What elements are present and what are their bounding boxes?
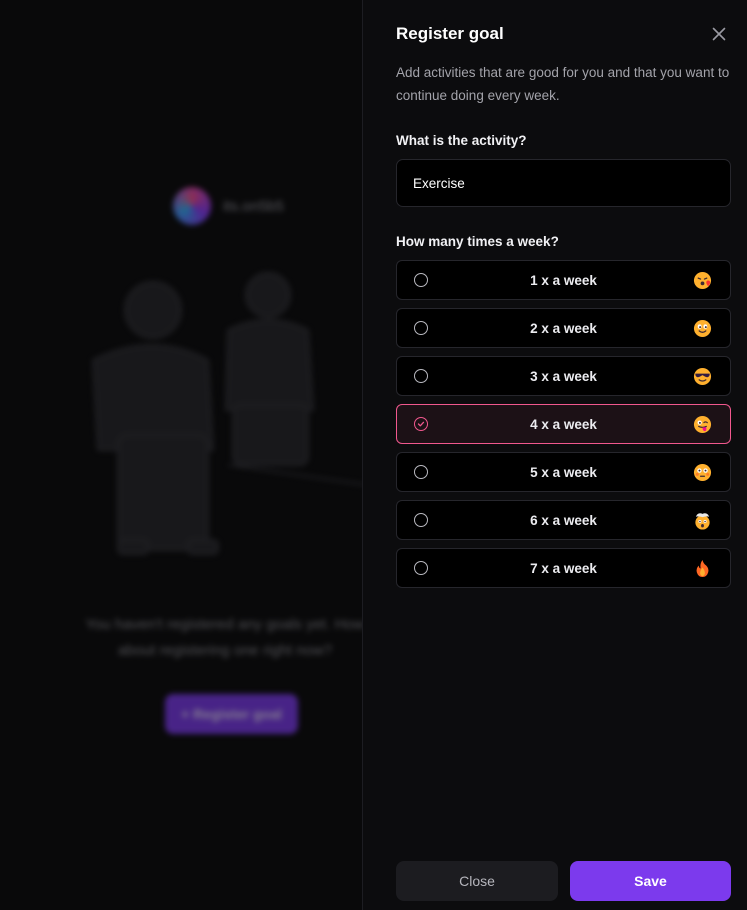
register-goal-button: + Register goal	[165, 694, 298, 734]
smiling-face-icon	[693, 319, 712, 338]
fire-icon	[696, 559, 709, 578]
save-button[interactable]: Save	[570, 861, 731, 901]
sunglasses-face-icon	[693, 367, 712, 386]
app: its.on5b5 You haven't registered any goa…	[0, 0, 747, 910]
option-label: 3 x a week	[530, 369, 597, 384]
option-label: 5 x a week	[530, 465, 597, 480]
frequency-option-2[interactable]: 2 x a week	[396, 308, 731, 348]
empty-state-illustration	[91, 272, 362, 555]
logo-mark-icon	[173, 187, 211, 225]
activity-label: What is the activity?	[396, 133, 527, 148]
frequency-option-1[interactable]: 1 x a week	[396, 260, 731, 300]
drawer-title: Register goal	[396, 24, 504, 43]
register-goal-drawer: Register goal Add activities that are go…	[362, 0, 747, 910]
close-x-glyph	[712, 27, 726, 41]
background-logo: its.on5b5	[173, 187, 284, 225]
frequency-option-4[interactable]: 4 x a week	[396, 404, 731, 444]
option-label: 2 x a week	[530, 321, 597, 336]
activity-input[interactable]	[396, 159, 731, 207]
background-blur-layer: its.on5b5 You haven't registered any goa…	[0, 0, 362, 910]
option-label: 6 x a week	[530, 513, 597, 528]
empty-state-message: You haven't registered any goals yet. Ho…	[85, 616, 362, 659]
tongue-wink-face-icon	[693, 415, 712, 434]
kissing-face-icon	[693, 271, 712, 290]
frequency-option-7[interactable]: 7 x a week	[396, 548, 731, 588]
flushed-face-icon	[693, 463, 712, 482]
option-label: 7 x a week	[530, 561, 597, 576]
option-label: 4 x a week	[530, 417, 597, 432]
close-button[interactable]: Close	[396, 861, 558, 901]
frequency-options: 1 x a week 2 x a week 3 x a week 4 x a w…	[396, 260, 731, 596]
frequency-option-5[interactable]: 5 x a week	[396, 452, 731, 492]
frequency-option-6[interactable]: 6 x a week	[396, 500, 731, 540]
option-label: 1 x a week	[530, 273, 597, 288]
background-page: its.on5b5 You haven't registered any goa…	[0, 0, 362, 910]
frequency-option-3[interactable]: 3 x a week	[396, 356, 731, 396]
exploding-head-icon	[695, 513, 710, 530]
frequency-label: How many times a week?	[396, 234, 559, 249]
logo-text: its.on5b5	[223, 197, 284, 215]
close-icon[interactable]	[711, 26, 727, 42]
drawer-description: Add activities that are good for you and…	[396, 65, 730, 103]
